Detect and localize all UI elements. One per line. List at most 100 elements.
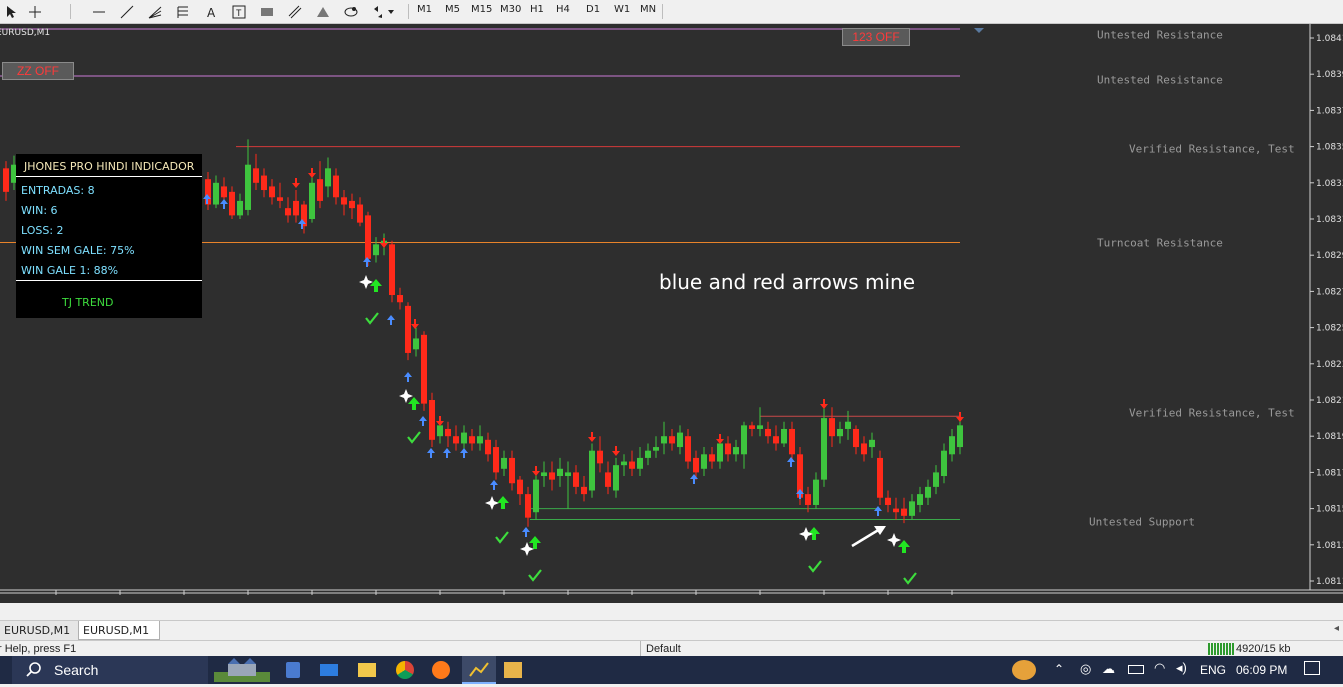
candle-body	[357, 204, 363, 223]
calculator-icon[interactable]	[286, 662, 300, 678]
tabs-scroll-icon[interactable]: ◂	[1334, 623, 1339, 634]
candle-body	[229, 191, 235, 216]
candle-body	[373, 244, 379, 256]
price-label: 1.0829	[1316, 251, 1343, 261]
white-star	[520, 542, 534, 556]
zone-label: Turncoat Resistance	[1097, 237, 1223, 250]
red-down-arrow	[411, 319, 419, 329]
toolbar: A T M1 M5 M15 M30 H1 H4 D1 W1 MN	[0, 0, 1343, 24]
status-bar: r Help, press F1 Default 4920/15 kb	[0, 640, 1343, 657]
timeframe-m15[interactable]: M15	[471, 4, 492, 15]
price-label: 1.0841	[1316, 34, 1343, 44]
candle-body	[405, 305, 411, 353]
candle-body	[597, 450, 603, 464]
text-label-tool-icon[interactable]: T	[230, 1, 248, 22]
candle-body	[909, 501, 915, 516]
123-off-button[interactable]: 123 OFF	[842, 28, 910, 46]
candle-body	[277, 197, 283, 201]
red-down-arrow	[308, 168, 316, 178]
candle-body	[789, 428, 795, 455]
arrows-tool-icon[interactable]	[370, 1, 396, 22]
candle-body	[941, 450, 947, 477]
zone-label: Verified Resistance, Test	[1129, 142, 1295, 155]
onedrive-icon[interactable]: ☁	[1102, 661, 1115, 677]
timeframe-h1[interactable]: H1	[530, 4, 544, 15]
candle-body	[685, 436, 691, 462]
stacked-app-icon[interactable]	[504, 662, 522, 678]
chevron-up-icon[interactable]: ⌃	[1054, 662, 1064, 676]
timeframe-m30[interactable]: M30	[500, 4, 521, 15]
wifi-icon[interactable]: ◠	[1154, 660, 1165, 676]
win-checkmark	[528, 569, 542, 582]
chrome-icon[interactable]	[396, 661, 414, 679]
candle-body	[589, 450, 595, 491]
candle-body	[389, 244, 395, 296]
rectangle-tool-icon[interactable]	[258, 1, 276, 22]
candle-body	[333, 175, 339, 198]
meet-now-icon[interactable]: ◎	[1080, 661, 1091, 677]
zz-off-button[interactable]: ZZ OFF	[2, 62, 74, 80]
candle-body	[885, 497, 891, 505]
price-label: 1.0813	[1316, 541, 1343, 551]
text-tool-icon[interactable]: A	[202, 1, 220, 22]
win-checkmark	[365, 312, 379, 325]
chart-area[interactable]: Untested Resistance Untested Resistance Ve…	[0, 24, 1343, 603]
cursor-tool-icon[interactable]	[2, 1, 20, 22]
horizontal-line-tool-icon[interactable]	[90, 1, 108, 22]
taskbar-search-box[interactable]: Search	[12, 656, 208, 684]
white-star	[485, 496, 499, 510]
blue-up-arrow	[220, 199, 228, 209]
red-down-arrow	[612, 446, 620, 456]
timeframe-h4[interactable]: H4	[556, 4, 570, 15]
red-down-arrow	[956, 412, 964, 422]
tab-eurusd-m1-first[interactable]: EURUSD,M1	[0, 621, 78, 640]
volume-icon[interactable]: ◂)	[1176, 660, 1187, 676]
timeframe-m1[interactable]: M1	[417, 4, 432, 15]
candle-body	[317, 179, 323, 201]
candle-body	[829, 418, 835, 437]
panel-title: JHONES PRO HINDI INDICADOR	[24, 160, 195, 173]
price-label: 1.0839	[1316, 70, 1343, 80]
triangle-tool-icon[interactable]	[314, 1, 332, 22]
tab-eurusd-m1-active[interactable]: EURUSD,M1	[78, 621, 160, 640]
candle-body	[517, 479, 523, 495]
channel-tool-icon[interactable]	[286, 1, 304, 22]
clock[interactable]: 06:09 PM	[1236, 663, 1287, 677]
mail-icon[interactable]	[320, 664, 338, 676]
battery-icon[interactable]	[1128, 665, 1144, 674]
indicator-info-panel: JHONES PRO HINDI INDICADOR ENTRADAS: 8 W…	[16, 154, 202, 318]
timeframe-w1[interactable]: W1	[614, 4, 630, 15]
fibonacci-fan-tool-icon[interactable]	[146, 1, 164, 22]
candle-body	[613, 465, 619, 491]
file-explorer-icon[interactable]	[358, 663, 376, 677]
symbol-label: EURUSD,M1	[0, 28, 51, 38]
candle-body	[397, 295, 403, 303]
red-down-arrow	[588, 432, 596, 442]
firefox-icon[interactable]	[432, 661, 450, 679]
green-up-arrow	[529, 536, 541, 549]
weather-icon[interactable]	[1012, 660, 1036, 680]
notifications-icon[interactable]	[1304, 661, 1320, 675]
candle-body	[605, 472, 611, 487]
price-label: 1.0823	[1316, 360, 1343, 370]
status-profile: Default	[646, 643, 681, 655]
trendline-tool-icon[interactable]	[118, 1, 136, 22]
price-label: 1.0817	[1316, 468, 1343, 478]
candle-body	[565, 472, 571, 477]
language-indicator[interactable]: ENG	[1200, 663, 1226, 677]
crosshair-tool-icon[interactable]	[26, 1, 44, 22]
chart-tabs: EURUSD,M1 EURUSD,M1 ◂	[0, 620, 1343, 640]
trading-terminal-icon[interactable]	[462, 656, 496, 684]
castle-widget-icon[interactable]	[214, 658, 270, 682]
fibonacci-tool-icon[interactable]	[174, 1, 192, 22]
timeframe-d1[interactable]: D1	[586, 4, 600, 15]
timeframe-mn[interactable]: MN	[640, 4, 656, 15]
candle-body	[501, 457, 507, 469]
candle-body	[757, 425, 763, 429]
candle-body	[725, 443, 731, 455]
candle-body	[493, 447, 499, 473]
panel-row-win: WIN: 6	[21, 204, 58, 217]
candle-body	[525, 494, 531, 518]
timeframe-m5[interactable]: M5	[445, 4, 460, 15]
ellipse-tool-icon[interactable]	[342, 1, 360, 22]
